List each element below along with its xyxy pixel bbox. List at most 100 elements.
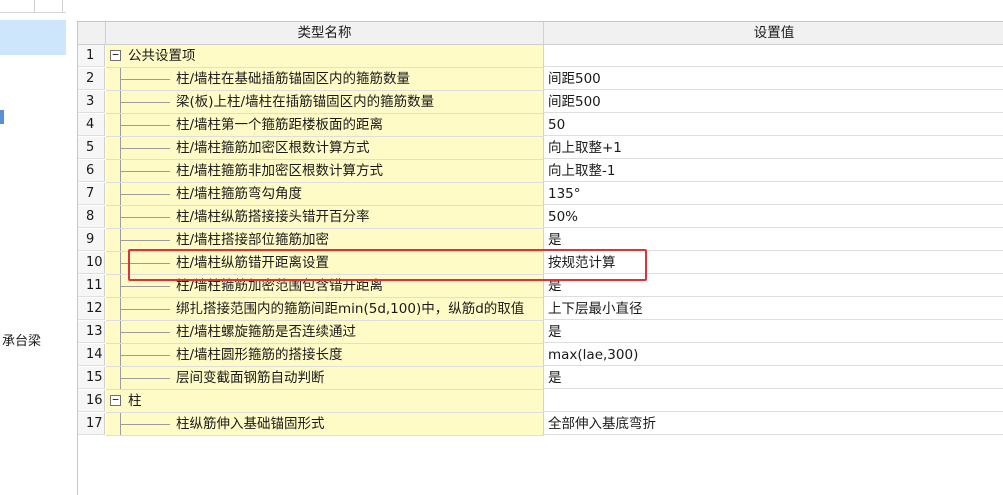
setting-value-cell[interactable]: 是 [544, 229, 1003, 251]
setting-name: 绑扎搭接范围内的箍筋间距min(5d,100)中，纵筋d的取值 [176, 301, 525, 317]
setting-name: 柱/墙柱搭接部位箍筋加密 [176, 232, 330, 248]
table-row[interactable]: 1− 公共设置项 [78, 45, 1003, 68]
setting-name-cell[interactable]: 柱/墙柱纵筋搭接接头错开百分率 [106, 206, 544, 229]
setting-name-cell[interactable]: 柱/墙柱箍筋弯勾角度 [106, 183, 544, 206]
row-number: 16 [78, 390, 105, 412]
setting-name: 柱/墙柱纵筋搭接接头错开百分率 [176, 209, 370, 225]
setting-name: 柱/墙柱箍筋弯勾角度 [176, 186, 303, 202]
setting-name-cell[interactable]: 柱/墙柱第一个箍筋距楼板面的距离 [106, 114, 544, 137]
tree-connector [120, 102, 170, 103]
selected-tree-item[interactable] [0, 20, 66, 55]
tree-connector [120, 286, 170, 287]
tree-connector [120, 148, 170, 149]
row-number: 7 [78, 183, 105, 205]
row-number: 17 [78, 413, 105, 435]
row-number: 13 [78, 321, 105, 343]
tree-connector [120, 424, 170, 425]
table-row[interactable]: 4 柱/墙柱第一个箍筋距楼板面的距离 50 [78, 114, 1003, 137]
tree-item-icon [0, 110, 4, 124]
setting-value-cell[interactable]: 135° [544, 183, 1003, 205]
setting-value-cell[interactable]: 50 [544, 114, 1003, 136]
table-row[interactable]: 8 柱/墙柱纵筋搭接接头错开百分率 50% [78, 206, 1003, 229]
setting-name-cell[interactable]: 绑扎搭接范围内的箍筋间距min(5d,100)中，纵筋d的取值 [106, 298, 544, 321]
setting-value-cell[interactable]: 上下层最小直径 [544, 298, 1003, 320]
setting-name: 柱/墙柱箍筋非加密区根数计算方式 [176, 163, 384, 179]
setting-value-cell[interactable]: max(lae,300) [544, 344, 1003, 366]
setting-value-cell[interactable] [544, 45, 1003, 67]
setting-name-cell[interactable]: 层间变截面钢筋自动判断 [106, 367, 544, 390]
row-number: 2 [78, 68, 105, 90]
setting-name: 柱/墙柱箍筋加密区根数计算方式 [176, 140, 370, 156]
table-row[interactable]: 16− 柱 [78, 390, 1003, 413]
setting-name: 梁(板)上柱/墙柱在插筋锚固区内的箍筋数量 [176, 94, 435, 110]
setting-name: 柱 [128, 393, 142, 409]
tree-connector [120, 309, 170, 310]
tree-connector [120, 194, 170, 195]
table-row[interactable]: 17 柱纵筋伸入基础锚固形式 全部伸入基底弯折 [78, 413, 1003, 436]
setting-value-cell[interactable] [544, 390, 1003, 412]
setting-name-cell[interactable]: 柱纵筋伸入基础锚固形式 [106, 413, 544, 436]
header-corner [78, 22, 106, 45]
tree-connector [120, 240, 170, 241]
table-row[interactable]: 13 柱/墙柱螺旋箍筋是否连续通过 是 [78, 321, 1003, 344]
row-number: 6 [78, 160, 105, 182]
row-number: 1 [78, 45, 105, 67]
setting-name-cell[interactable]: − 公共设置项 [106, 45, 544, 68]
row-number: 3 [78, 91, 105, 113]
collapse-icon[interactable]: − [110, 394, 121, 406]
row-number: 15 [78, 367, 105, 389]
setting-name-cell[interactable]: 柱/墙柱箍筋非加密区根数计算方式 [106, 160, 544, 183]
collapse-icon[interactable]: − [110, 49, 121, 61]
tree-connector [120, 217, 170, 218]
setting-value-cell[interactable]: 向上取整+1 [544, 137, 1003, 159]
table-row[interactable]: 3 梁(板)上柱/墙柱在插筋锚固区内的箍筋数量 间距500 [78, 91, 1003, 114]
tree-connector [120, 332, 170, 333]
table-row[interactable]: 14 柱/墙柱圆形箍筋的搭接长度 max(lae,300) [78, 344, 1003, 367]
setting-name: 柱纵筋伸入基础锚固形式 [176, 416, 325, 432]
highlight-box [128, 249, 647, 281]
row-number: 14 [78, 344, 105, 366]
setting-name: 公共设置项 [128, 48, 196, 64]
row-number: 4 [78, 114, 105, 136]
setting-name: 柱/墙柱螺旋箍筋是否连续通过 [176, 324, 357, 340]
tree-connector [120, 355, 170, 356]
setting-value-cell[interactable]: 向上取整-1 [544, 160, 1003, 182]
row-number: 5 [78, 137, 105, 159]
table-row[interactable]: 2 柱/墙柱在基础插筋锚固区内的箍筋数量 间距500 [78, 68, 1003, 91]
tab-divider [34, 0, 35, 12]
setting-name: 柱/墙柱第一个箍筋距楼板面的距离 [176, 117, 384, 133]
setting-name: 柱/墙柱圆形箍筋的搭接长度 [176, 347, 343, 363]
column-header-value[interactable]: 设置值 [544, 22, 1003, 45]
row-number: 11 [78, 275, 105, 297]
tree-connector [120, 125, 170, 126]
column-header-name[interactable]: 类型名称 [106, 22, 544, 45]
table-row[interactable]: 6 柱/墙柱箍筋非加密区根数计算方式 向上取整-1 [78, 160, 1003, 183]
top-tab-strip [0, 0, 66, 13]
setting-value-cell[interactable]: 是 [544, 367, 1003, 389]
setting-name-cell[interactable]: 柱/墙柱箍筋加密区根数计算方式 [106, 137, 544, 160]
table-row[interactable]: 7 柱/墙柱箍筋弯勾角度 135° [78, 183, 1003, 206]
row-number: 10 [78, 252, 105, 274]
grid-header: 类型名称 设置值 [78, 22, 1003, 45]
setting-name-cell[interactable]: 柱/墙柱在基础插筋锚固区内的箍筋数量 [106, 68, 544, 91]
setting-value-cell[interactable]: 全部伸入基底弯折 [544, 413, 1003, 435]
setting-name-cell[interactable]: 柱/墙柱螺旋箍筋是否连续通过 [106, 321, 544, 344]
setting-name-cell[interactable]: 柱/墙柱圆形箍筋的搭接长度 [106, 344, 544, 367]
setting-name-cell[interactable]: − 柱 [106, 390, 544, 413]
setting-name: 层间变截面钢筋自动判断 [176, 370, 325, 386]
row-number: 9 [78, 229, 105, 251]
row-number: 12 [78, 298, 105, 320]
setting-value-cell[interactable]: 间距500 [544, 68, 1003, 90]
tree-connector [120, 79, 170, 80]
setting-value-cell[interactable]: 50% [544, 206, 1003, 228]
table-row[interactable]: 15 层间变截面钢筋自动判断 是 [78, 367, 1003, 390]
table-row[interactable]: 12 绑扎搭接范围内的箍筋间距min(5d,100)中，纵筋d的取值 上下层最小直径 [78, 298, 1003, 321]
setting-value-cell[interactable]: 间距500 [544, 91, 1003, 113]
setting-value-cell[interactable]: 是 [544, 321, 1003, 343]
table-row[interactable]: 5 柱/墙柱箍筋加密区根数计算方式 向上取整+1 [78, 137, 1003, 160]
tab-divider [62, 0, 63, 12]
tree-connector [120, 378, 170, 379]
sidebar-item-label[interactable]: 承台梁 [0, 330, 66, 349]
tree-connector [120, 171, 170, 172]
setting-name-cell[interactable]: 梁(板)上柱/墙柱在插筋锚固区内的箍筋数量 [106, 91, 544, 114]
